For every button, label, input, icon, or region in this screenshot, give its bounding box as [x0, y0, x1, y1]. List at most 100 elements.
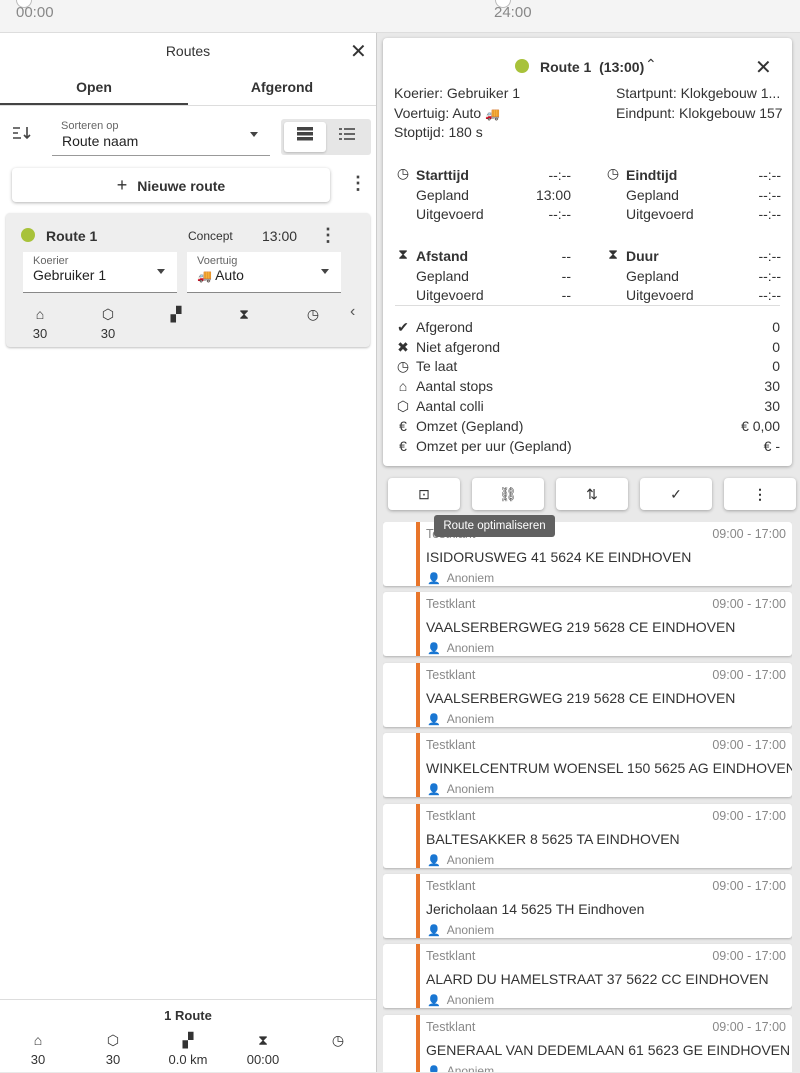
- stop-time-window: 09:00 - 17:00: [712, 949, 786, 964]
- stop-customer: Testklant: [426, 879, 476, 893]
- stop-item[interactable]: Testklant 09:00 - 17:00 VAALSERBERGWEG 219…: [383, 662, 792, 727]
- hourglass-icon: ⧗: [258, 1032, 268, 1048]
- eindtijd-uitgevoerd: --:--: [758, 206, 781, 222]
- hourglass-icon: ⧗: [608, 246, 618, 262]
- euro-icon: €: [399, 418, 407, 434]
- route-time: 13:00: [262, 228, 298, 244]
- stop-contact-name: Anoniem: [446, 1063, 495, 1072]
- summary-afgerond-value: 0: [772, 319, 780, 335]
- sort-select-value: Route naam: [62, 133, 139, 149]
- reverse-route-button[interactable]: ⇅: [556, 478, 628, 510]
- details-courier: Koerier: Gebruiker 1: [394, 85, 521, 101]
- footer-stops: ⌂ 30: [8, 1032, 68, 1067]
- divider: [395, 305, 780, 306]
- details-vehicle-wrap: Voertuig: Auto 🚚: [394, 105, 500, 121]
- clock-icon: ◷: [396, 165, 410, 181]
- details-header[interactable]: Route 1 (13:00) ⌃: [383, 56, 792, 78]
- starttijd-uitgevoerd-label: Uitgevoerd: [416, 206, 484, 222]
- stop-time-window: 09:00 - 17:00: [712, 527, 786, 541]
- close-panel-icon[interactable]: ✕: [350, 39, 367, 64]
- duur-value: --:--: [758, 248, 781, 264]
- details-title: Route 1 (13:00): [540, 59, 644, 75]
- stop-contact: 👤 Anoniem: [427, 782, 494, 796]
- stop-item[interactable]: Testklant 09:00 - 17:00 BALTESAKKER 8 5625…: [383, 803, 792, 868]
- sort-order-icon[interactable]: [12, 125, 32, 146]
- footer-duration: ⧗ 00:00: [233, 1032, 293, 1067]
- view-compact-button[interactable]: [284, 122, 326, 152]
- more-options-icon[interactable]: ⋮: [349, 173, 367, 194]
- road-icon: ▞: [170, 306, 182, 322]
- stop-contact-name: Anoniem: [446, 641, 495, 656]
- view-list-button[interactable]: [326, 122, 368, 152]
- route-card[interactable]: Route 1 Concept 13:00 ⋮ Koerier Gebruike…: [6, 213, 370, 347]
- sort-select-label: Sorteren op: [61, 120, 119, 132]
- home-icon: ⌂: [35, 306, 45, 322]
- summary-niet-afgerond-label: Niet afgerond: [416, 339, 501, 355]
- person-icon: 👤: [427, 643, 441, 656]
- courier-select[interactable]: Koerier Gebruiker 1: [23, 252, 177, 293]
- route-color-bar: [416, 733, 420, 798]
- stat-stops: ⌂ 30: [20, 305, 60, 341]
- route-count: 1 Route: [164, 1008, 212, 1023]
- sort-row: Sorteren op Route naam: [0, 115, 376, 159]
- route-more-icon[interactable]: ⋮: [319, 225, 337, 246]
- sort-select[interactable]: Sorteren op Route naam: [52, 115, 270, 156]
- afstand-value: --: [561, 248, 571, 264]
- complete-route-button[interactable]: ✓: [640, 478, 712, 510]
- stop-address: ISIDORUSWEG 41 5624 KE EINDHOVEN: [426, 549, 692, 565]
- clock-check-icon: ◷: [331, 1032, 345, 1048]
- stop-contact: 👤 Anoniem: [427, 571, 494, 585]
- stop-item[interactable]: Testklant 09:00 - 17:00 GENERAAL VAN DEDEM…: [383, 1014, 792, 1072]
- route-tabs: Open Afgerond: [0, 73, 376, 106]
- route-color-bar: [416, 944, 420, 1009]
- collapse-chevron-icon[interactable]: ‹: [350, 303, 355, 321]
- afstand-uitgevoerd: --: [561, 287, 571, 303]
- route-status: Concept: [188, 229, 233, 243]
- stop-contact: 👤 Anoniem: [427, 712, 494, 726]
- duur-uitgevoerd: --:--: [758, 287, 781, 303]
- footer-stops-value: 30: [30, 1052, 46, 1067]
- stat-stops-value: 30: [32, 326, 48, 341]
- stop-contact: 👤 Anoniem: [427, 853, 494, 867]
- stop-contact-name: Anoniem: [446, 782, 495, 797]
- more-actions-button[interactable]: ⋮: [724, 478, 796, 510]
- stop-item[interactable]: Testklant 09:00 - 17:00 WINKELCENTRUM WOEN…: [383, 733, 792, 798]
- chevron-up-icon[interactable]: ⌃: [645, 56, 657, 73]
- tab-afgerond[interactable]: Afgerond: [188, 73, 376, 105]
- stop-address: BALTESAKKER 8 5625 TA EINDHOVEN: [426, 830, 680, 847]
- stop-customer: Testklant: [426, 667, 476, 682]
- chevron-down-icon: [321, 269, 329, 274]
- stop-contact-name: Anoniem: [446, 993, 495, 1008]
- vehicle-select[interactable]: Voertuig 🚚 Auto: [187, 252, 341, 293]
- optimize-route-button[interactable]: ⛓: [472, 478, 544, 510]
- focus-route-button[interactable]: ⊡: [388, 478, 460, 510]
- starttijd-value: --:--: [548, 167, 571, 183]
- courier-value: Gebruiker 1: [33, 267, 107, 283]
- stop-address: WINKELCENTRUM WOENSEL 150 5625 AG EINDHO…: [426, 760, 792, 777]
- stat-colli: ⬡ 30: [88, 305, 128, 341]
- duur-uitgevoerd-label: Uitgevoerd: [626, 287, 694, 303]
- stop-item[interactable]: Testklant 09:00 - 17:00 Jericholaan 14 562…: [383, 874, 792, 938]
- details-route-name: Route 1: [540, 59, 592, 75]
- new-route-button[interactable]: + Nieuwe route: [12, 168, 330, 202]
- close-details-icon[interactable]: ✕: [755, 55, 772, 80]
- afstand-gepland-label: Gepland: [416, 268, 469, 284]
- check-icon: ✓: [670, 486, 682, 502]
- afstand-label: Afstand: [416, 248, 469, 264]
- tab-open[interactable]: Open: [0, 73, 188, 105]
- stop-time-window: 09:00 - 17:00: [712, 667, 786, 682]
- route-color-bar: [416, 874, 420, 938]
- clock-alert-icon: ◷: [396, 358, 410, 374]
- stop-item[interactable]: Testklant 09:00 - 17:00 VAALSERBERGWEG 219…: [383, 592, 792, 657]
- stop-item[interactable]: Testklant 09:00 - 17:00 ALARD DU HAMELSTRA…: [383, 944, 792, 1009]
- footer-colli: ⬡ 30: [83, 1032, 143, 1067]
- truck-icon: 🚚: [485, 107, 501, 121]
- person-icon: 👤: [427, 573, 441, 585]
- list-icon: [339, 128, 355, 140]
- euro-icon: €: [399, 438, 407, 454]
- summary-afgerond-label: Afgerond: [416, 319, 473, 335]
- summary-colli-label: Aantal colli: [416, 398, 484, 414]
- details-startpoint: Startpunt: Klokgebouw 1...: [616, 85, 781, 101]
- starttijd-gepland: 13:00: [535, 187, 571, 203]
- route-color-bar: [416, 592, 420, 657]
